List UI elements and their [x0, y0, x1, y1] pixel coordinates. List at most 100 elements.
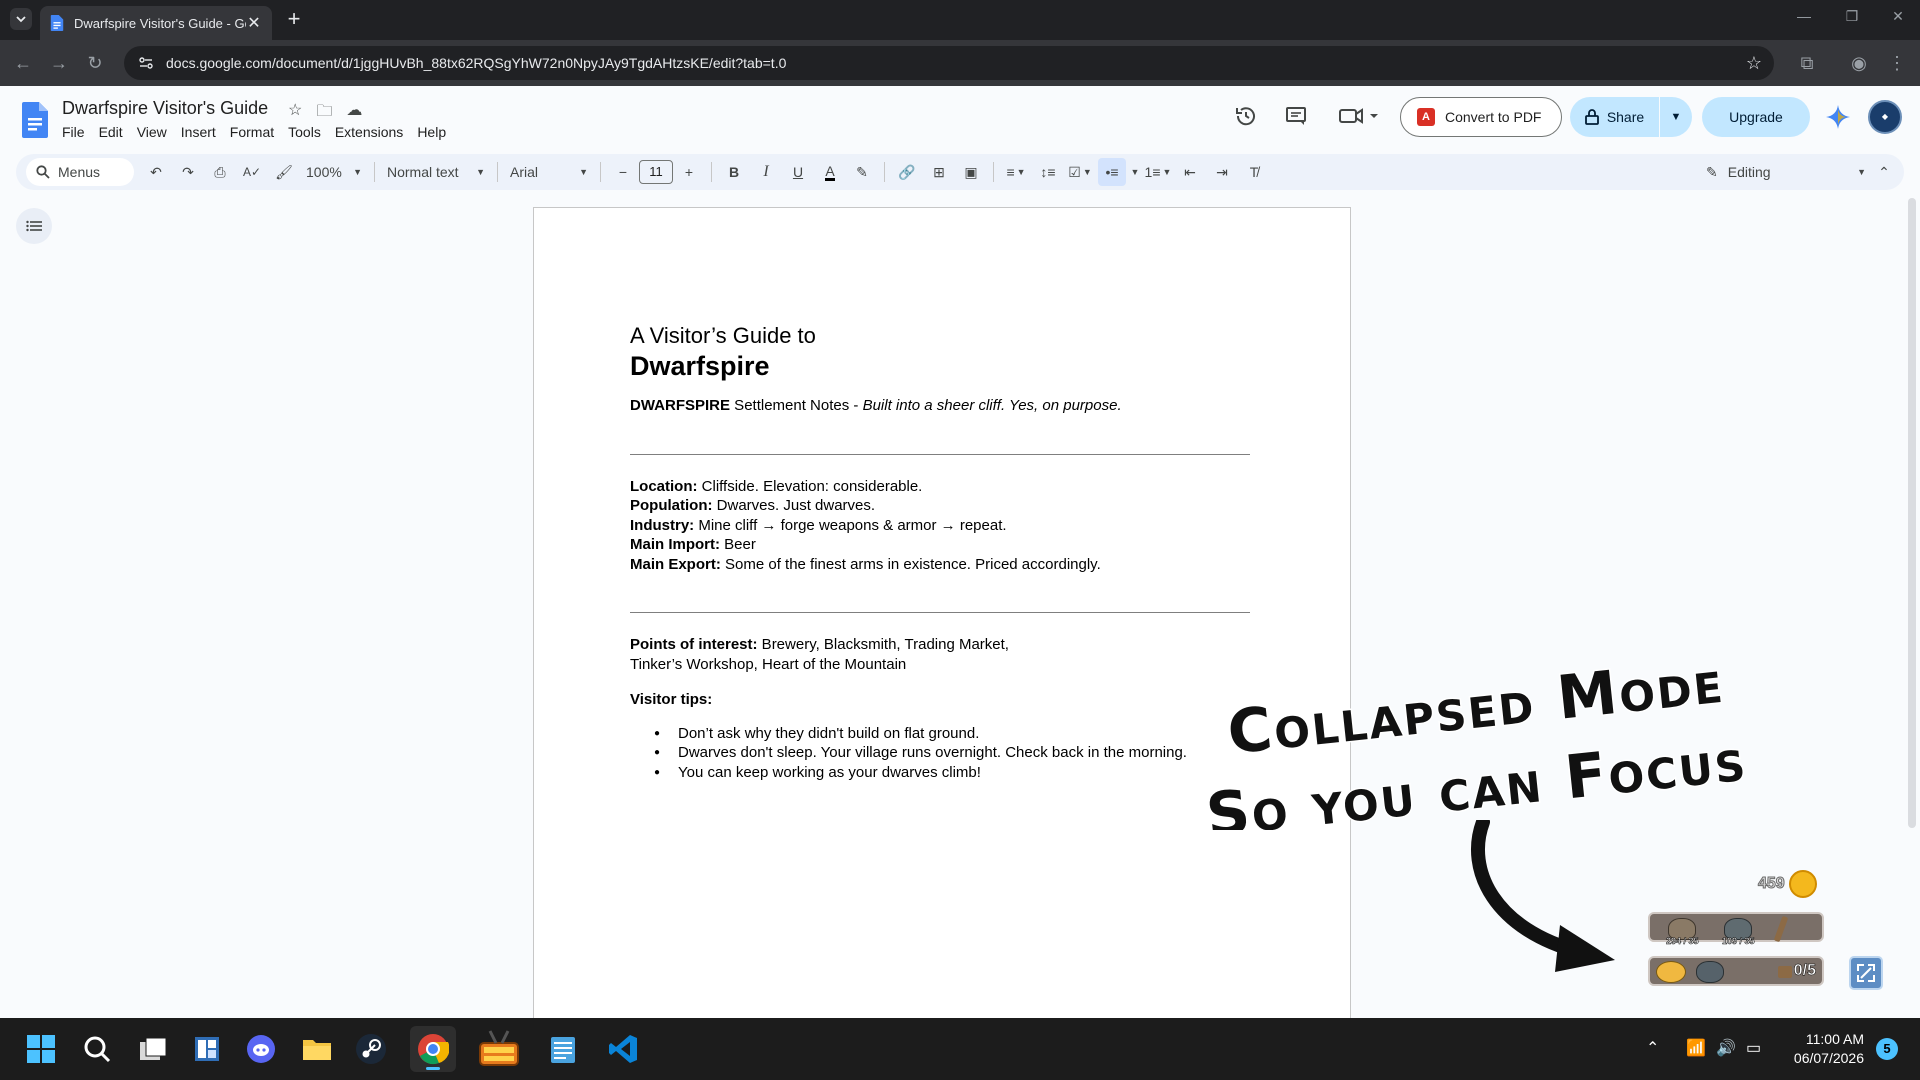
comments-icon[interactable]	[1284, 104, 1308, 128]
start-button[interactable]	[18, 1026, 64, 1072]
collapse-toolbar-icon[interactable]: ⌃	[1870, 158, 1898, 186]
new-tab-button[interactable]: +	[282, 8, 306, 32]
minimize-icon[interactable]: —	[1792, 8, 1816, 24]
document-page[interactable]: A Visitor’s Guide to Dwarfspire DWARFSPI…	[533, 207, 1351, 1037]
decrease-font-size-icon[interactable]: −	[609, 158, 637, 186]
bookmark-star-icon[interactable]: ☆	[1746, 53, 1762, 74]
clear-formatting-icon[interactable]: T̸	[1240, 158, 1268, 186]
stone-resource: 294 / 35	[1666, 918, 1699, 946]
undo-icon[interactable]: ↶	[142, 158, 170, 186]
pickaxe-icon	[1773, 915, 1789, 943]
extensions-icon[interactable]: ⧉	[1796, 52, 1818, 74]
lock-icon	[1584, 109, 1599, 125]
font-size-input[interactable]: 11	[639, 160, 673, 184]
restore-icon[interactable]: ❐	[1840, 8, 1864, 25]
decrease-indent-icon[interactable]: ⇤	[1176, 158, 1204, 186]
menu-view[interactable]: View	[130, 124, 174, 140]
steam-app[interactable]	[348, 1026, 394, 1072]
move-folder-icon[interactable]: 🗀	[316, 100, 332, 127]
insert-image-icon[interactable]: ▣	[957, 158, 985, 186]
print-icon[interactable]: ⎙	[206, 158, 234, 186]
battery-icon[interactable]: ▭	[1746, 1038, 1761, 1058]
star-icon[interactable]: ☆	[288, 100, 302, 127]
document-body[interactable]: A Visitor’s Guide to Dwarfspire DWARFSPI…	[630, 323, 1250, 782]
menu-insert[interactable]: Insert	[174, 124, 223, 140]
site-info-icon[interactable]	[138, 55, 154, 71]
chrome-app[interactable]	[410, 1026, 456, 1072]
system-clock[interactable]: 11:00 AM 06/07/2026	[1780, 1030, 1864, 1068]
increase-indent-icon[interactable]: ⇥	[1208, 158, 1236, 186]
profile-icon[interactable]: ◉	[1848, 52, 1870, 74]
share-main[interactable]: Share	[1570, 97, 1660, 137]
expand-hud-button[interactable]	[1849, 956, 1883, 990]
line-spacing-icon[interactable]: ↕≡	[1034, 158, 1062, 186]
share-button[interactable]: Share ▼	[1570, 97, 1692, 137]
checklist-icon[interactable]: ☑ ▼	[1066, 158, 1094, 186]
document-outline-button[interactable]	[16, 208, 52, 244]
wifi-icon[interactable]: 📶	[1686, 1038, 1706, 1058]
docs-logo-icon[interactable]	[22, 102, 48, 138]
upgrade-button[interactable]: Upgrade	[1702, 97, 1810, 137]
browser-tab[interactable]: Dwarfspire Visitor's Guide - Goo ✕	[40, 6, 272, 40]
taskbar-search[interactable]	[74, 1026, 120, 1072]
version-history-icon[interactable]	[1234, 104, 1258, 128]
notepad-app[interactable]	[540, 1026, 586, 1072]
menu-file[interactable]: File	[62, 124, 92, 140]
cloud-status-icon[interactable]: ☁	[346, 100, 362, 127]
worker-count: 0/5	[1793, 962, 1816, 980]
intro-italic: Built into a sheer cliff. Yes, on purpos…	[862, 397, 1122, 414]
zoom-dropdown[interactable]: 100% ▼	[300, 158, 368, 186]
reload-icon[interactable]: ↻	[84, 52, 106, 74]
text-color-icon[interactable]: A	[816, 158, 844, 186]
account-avatar[interactable]: ◆	[1868, 100, 1902, 134]
gemini-icon[interactable]	[1826, 105, 1850, 129]
more-menu-icon[interactable]: ⋮	[1886, 52, 1908, 74]
editing-mode-dropdown[interactable]: ✎ Editing ▼	[1706, 154, 1866, 190]
italic-icon[interactable]: I	[752, 158, 780, 186]
menu-edit[interactable]: Edit	[92, 124, 130, 140]
close-tab-icon[interactable]: ✕	[246, 13, 262, 33]
add-comment-icon[interactable]: ⊞	[925, 158, 953, 186]
convert-to-pdf-button[interactable]: A Convert to PDF	[1400, 97, 1562, 137]
numbered-list-icon[interactable]: 1≡ ▼	[1144, 158, 1172, 186]
fact-label: Industry:	[630, 516, 695, 534]
ore-resource: 109 / 35	[1722, 918, 1755, 946]
close-window-icon[interactable]: ✕	[1886, 8, 1910, 25]
vscode-app[interactable]	[600, 1026, 646, 1072]
increase-font-size-icon[interactable]: +	[675, 158, 703, 186]
menus-search[interactable]: Menus	[26, 158, 134, 186]
bulleted-list-icon[interactable]: •≡	[1098, 158, 1126, 186]
tray-overflow-icon[interactable]: ⌃	[1646, 1038, 1659, 1058]
menu-format[interactable]: Format	[223, 124, 281, 140]
forward-icon[interactable]: →	[48, 52, 70, 74]
align-icon[interactable]: ≡ ▼	[1002, 158, 1030, 186]
share-dropdown-icon[interactable]: ▼	[1660, 111, 1692, 123]
document-title[interactable]: Dwarfspire Visitor's Guide	[62, 98, 268, 119]
paint-format-icon[interactable]: 🖌	[270, 158, 298, 186]
spellcheck-icon[interactable]: A✓	[238, 158, 266, 186]
bold-icon[interactable]: B	[720, 158, 748, 186]
file-explorer-app[interactable]	[294, 1026, 340, 1072]
task-view-button[interactable]	[130, 1026, 176, 1072]
bulleted-list-dropdown-icon[interactable]: ▼	[1130, 158, 1140, 186]
notification-badge[interactable]: 5	[1876, 1038, 1898, 1060]
menu-tools[interactable]: Tools	[281, 124, 328, 140]
volume-icon[interactable]: 🔊	[1716, 1038, 1736, 1058]
widgets-button[interactable]	[184, 1026, 230, 1072]
menu-help[interactable]: Help	[410, 124, 453, 140]
link-icon[interactable]: 🔗	[893, 158, 921, 186]
font-dropdown[interactable]: Arial ▼	[504, 158, 594, 186]
back-icon[interactable]: ←	[12, 52, 34, 74]
resource-bar: 294 / 35 109 / 35	[1648, 912, 1824, 946]
convert-pdf-label: Convert to PDF	[1445, 109, 1542, 125]
underline-icon[interactable]: U	[784, 158, 812, 186]
dwarfspire-game-app[interactable]	[476, 1026, 522, 1072]
omnibox[interactable]: docs.google.com/document/d/1jggHUvBh_88t…	[124, 46, 1774, 80]
highlight-icon[interactable]: ✎	[848, 158, 876, 186]
meet-icon[interactable]	[1338, 104, 1380, 128]
style-dropdown[interactable]: Normal text ▼	[381, 158, 491, 186]
menu-extensions[interactable]: Extensions	[328, 124, 410, 140]
tab-search-button[interactable]	[10, 8, 32, 30]
redo-icon[interactable]: ↷	[174, 158, 202, 186]
discord-app[interactable]	[238, 1026, 284, 1072]
